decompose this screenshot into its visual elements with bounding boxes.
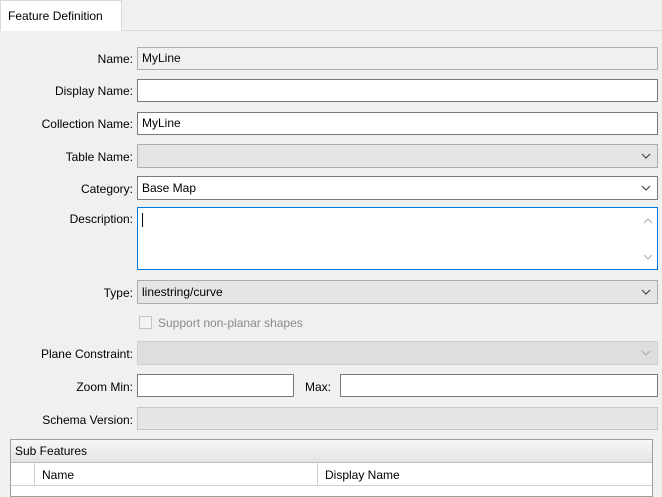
sub-features-grid: Sub Features Name Display Name <box>10 439 653 497</box>
schema-version-label: Schema Version: <box>42 413 133 427</box>
tab-strip: Feature Definition <box>0 0 662 31</box>
description-textarea[interactable] <box>137 207 658 270</box>
scroll-up-icon[interactable] <box>643 217 653 225</box>
zoom-max-field[interactable] <box>340 374 658 397</box>
type-dropdown[interactable]: linestring/curve <box>137 280 658 304</box>
column-header-display-name[interactable]: Display Name <box>318 463 652 486</box>
chevron-down-icon <box>641 289 651 295</box>
support-nonplanar-label: Support non-planar shapes <box>158 316 303 330</box>
plane-constraint-dropdown[interactable] <box>137 341 658 365</box>
support-nonplanar-checkbox[interactable] <box>139 316 152 329</box>
scroll-down-icon[interactable] <box>643 253 653 261</box>
table-name-dropdown[interactable] <box>137 144 658 168</box>
type-label: Type: <box>103 286 133 300</box>
description-label: Description: <box>69 212 133 226</box>
name-field[interactable]: MyLine <box>137 47 658 70</box>
chevron-down-icon <box>641 153 651 159</box>
collection-name-field[interactable]: MyLine <box>137 112 658 135</box>
plane-constraint-label: Plane Constraint: <box>40 347 133 361</box>
row-selector-header[interactable] <box>11 463 35 486</box>
table-name-label: Table Name: <box>65 150 133 164</box>
zoom-min-field[interactable] <box>137 374 294 397</box>
sub-features-header: Sub Features <box>11 440 652 463</box>
display-name-field[interactable] <box>137 79 658 102</box>
collection-name-label: Collection Name: <box>41 117 133 131</box>
text-caret <box>142 213 143 227</box>
zoom-min-label: Zoom Min: <box>76 380 133 394</box>
tab-feature-definition[interactable]: Feature Definition <box>0 0 122 31</box>
schema-version-field[interactable] <box>137 407 658 430</box>
category-value: Base Map <box>142 181 197 195</box>
display-name-label: Display Name: <box>54 84 133 98</box>
category-label: Category: <box>80 182 133 196</box>
name-label: Name: <box>97 52 133 66</box>
type-value: linestring/curve <box>142 285 223 299</box>
chevron-down-icon <box>641 350 651 356</box>
zoom-max-label: Max: <box>305 380 332 394</box>
chevron-down-icon <box>641 185 651 191</box>
column-header-name[interactable]: Name <box>35 463 318 486</box>
category-dropdown[interactable]: Base Map <box>137 176 658 200</box>
